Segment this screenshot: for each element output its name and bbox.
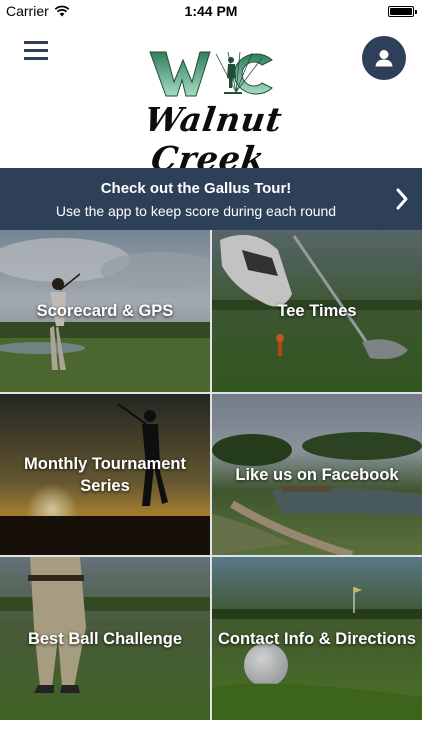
battery-icon bbox=[388, 6, 417, 17]
gallus-tour-banner[interactable]: Check out the Gallus Tour! Use the app t… bbox=[0, 168, 422, 230]
logo-wordmark: Walnut Creek bbox=[142, 100, 286, 178]
walnut-creek-logo: Walnut Creek bbox=[86, 48, 336, 178]
tile-scorecard-gps[interactable]: Scorecard & GPS bbox=[0, 230, 210, 392]
logo-emblem bbox=[149, 51, 273, 97]
grid-divider bbox=[210, 230, 212, 720]
tile-best-ball-challenge[interactable]: Best Ball Challenge bbox=[0, 557, 210, 720]
chevron-right-icon bbox=[396, 188, 408, 210]
tile-label: Monthly Tournament Series bbox=[24, 454, 186, 495]
app-header: Walnut Creek bbox=[0, 22, 422, 178]
person-icon bbox=[375, 50, 393, 67]
tile-label: Like us on Facebook bbox=[235, 465, 399, 484]
tile-label: Best Ball Challenge bbox=[27, 629, 183, 648]
tile-facebook[interactable]: Like us on Facebook bbox=[212, 394, 422, 555]
menu-grid: Scorecard & GPS Tee Times Monthly Tourna… bbox=[0, 230, 422, 720]
banner-subtitle: Use the app to keep score during each ro… bbox=[55, 203, 337, 219]
tile-monthly-tournament-series[interactable]: Monthly Tournament Series bbox=[0, 394, 210, 555]
grid-divider bbox=[0, 392, 422, 394]
grid-divider bbox=[0, 555, 422, 557]
tile-label: Contact Info & Directions bbox=[217, 629, 416, 648]
tile-contact-info-directions[interactable]: Contact Info & Directions bbox=[212, 557, 422, 720]
status-bar: Carrier 1:44 PM bbox=[0, 0, 422, 22]
tile-tee-times[interactable]: Tee Times bbox=[212, 230, 422, 392]
tile-label: Scorecard & GPS bbox=[36, 302, 174, 320]
tile-label: Tee Times bbox=[277, 302, 357, 320]
banner-title: Check out the Gallus Tour! bbox=[100, 180, 292, 197]
profile-button[interactable] bbox=[362, 36, 406, 80]
menu-button[interactable] bbox=[24, 40, 48, 62]
clock: 1:44 PM bbox=[184, 3, 238, 19]
